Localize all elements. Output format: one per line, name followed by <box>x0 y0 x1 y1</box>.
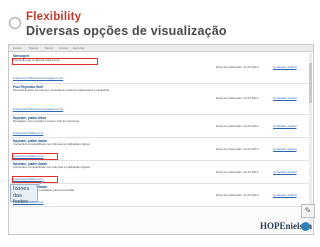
list-item-text: Comentário compartilhado com link para a… <box>13 165 91 169</box>
slide: Flexibility Diversas opções de visualiza… <box>0 0 320 247</box>
list-item-text: Mensagem com menção à marca e link de re… <box>13 119 80 123</box>
toolbar-item-export[interactable]: Exportar <box>73 46 84 50</box>
scrollbar-thumb[interactable] <box>309 63 312 103</box>
original-content-link[interactable]: Conteúdo original <box>273 193 297 197</box>
source-link[interactable]: Fonte:http://beautyzone.blogspot.com <box>13 107 63 111</box>
list-item-text: Promoção que te deixará mais jovem! <box>13 58 60 62</box>
toolbar-item-move[interactable]: Mover <box>45 46 53 50</box>
publish-date: Data de publicação: 21.06.2010 <box>216 124 259 128</box>
toolbar-item-mark[interactable]: Marcar <box>29 46 38 50</box>
publish-date: Data de publicação: 21.06.2010 <box>216 170 259 174</box>
document-icon: ✎ <box>301 204 315 218</box>
list-item[interactable]: Nayelani, piaiim dasbe Comentário compar… <box>11 138 309 161</box>
ring-logo-icon <box>8 16 22 30</box>
original-content-link[interactable]: Conteúdo original <box>273 170 297 174</box>
monitoring-panel: Excluir Marcar Mover Anotar Exportar Men… <box>8 44 314 235</box>
original-content-link[interactable]: Conteúdo original <box>273 147 297 151</box>
original-content-link[interactable]: Conteúdo original <box>273 124 297 128</box>
publish-date: Data de publicação: 21.06.2010 <box>216 147 259 151</box>
list-item[interactable]: Mensagem Promoção que te deixará mais jo… <box>11 53 309 84</box>
results-list: Mensagem Promoção que te deixará mais jo… <box>11 53 309 207</box>
source-link[interactable]: Fonte:http://twitter.com <box>13 154 43 158</box>
slide-title: Flexibility <box>26 11 82 23</box>
list-item-text: Menção à marca com destaque para a promo… <box>13 188 75 192</box>
source-icons-callout: Ícones das fontes <box>10 184 38 205</box>
original-content-link[interactable]: Conteúdo original <box>273 96 297 100</box>
list-item[interactable]: Paul Rhyuniba Wolf Reconhecimento da mar… <box>11 84 309 115</box>
list-item[interactable]: Nayelani, piaiim dasbe Comentário compar… <box>11 161 309 184</box>
original-content-link[interactable]: Conteúdo original <box>273 65 297 69</box>
source-link[interactable]: Fonte:http://beautyzone.blogspot.com <box>13 76 63 80</box>
source-link[interactable]: Fonte:http://twitter.com <box>13 131 43 135</box>
publish-date: Data de publicação: 21.06.2010 <box>216 65 259 69</box>
source-link[interactable]: Fonte:http://twitter.com <box>13 177 43 181</box>
panel-toolbar: Excluir Marcar Mover Anotar Exportar <box>9 45 313 52</box>
toolbar-item-note[interactable]: Anotar <box>59 46 68 50</box>
list-item[interactable]: Nayelani, piaiim disbe Mensagem com menç… <box>11 115 309 138</box>
publish-date: Data de publicação: 21.06.2010 <box>216 193 259 197</box>
publish-date: Data de publicação: 21.06.2010 <box>216 96 259 100</box>
list-item-text: Comentário compartilhado com link para a… <box>13 142 91 146</box>
list-item-text: Reconhecimento da marca e comentários po… <box>13 88 111 92</box>
toolbar-item-delete[interactable]: Excluir <box>13 46 22 50</box>
slide-subtitle: Diversas opções de visualização <box>26 24 227 38</box>
brand-dot-icon <box>301 222 310 231</box>
list-item[interactable]: Nayelani, piaiim dasbe Menção à marca co… <box>11 184 309 207</box>
